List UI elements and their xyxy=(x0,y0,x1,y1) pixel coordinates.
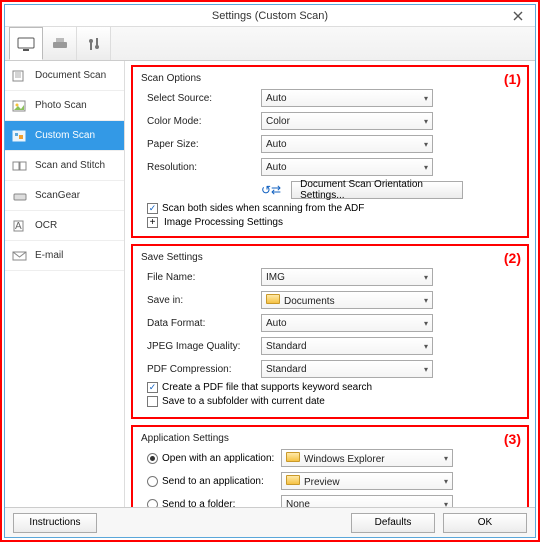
chevron-down-icon: ▾ xyxy=(424,342,428,351)
paper-size-dropdown[interactable]: Auto▾ xyxy=(261,135,433,153)
both-sides-checkbox[interactable]: ✓ xyxy=(147,203,158,214)
sidebar-item-custom-scan[interactable]: Custom Scan xyxy=(5,121,124,151)
subfolder-label: Save to a subfolder with current date xyxy=(162,396,325,407)
stitch-icon xyxy=(11,159,29,173)
open-with-radio[interactable] xyxy=(147,453,158,464)
sidebar-item-label: OCR xyxy=(35,220,57,231)
sidebar-item-label: Document Scan xyxy=(35,70,106,81)
jpeg-quality-dropdown[interactable]: Standard▾ xyxy=(261,337,433,355)
expand-image-processing[interactable]: + xyxy=(147,217,158,228)
both-sides-label: Scan both sides when scanning from the A… xyxy=(162,203,364,214)
reset-icon[interactable]: ↺⇄ xyxy=(261,183,281,197)
sidebar-item-scan-stitch[interactable]: Scan and Stitch xyxy=(5,151,124,181)
save-in-dropdown[interactable]: Documents▾ xyxy=(261,291,433,309)
sidebar-item-ocr[interactable]: A OCR xyxy=(5,211,124,241)
save-in-label: Save in: xyxy=(141,295,261,306)
file-name-label: File Name: xyxy=(141,272,261,283)
send-app-dropdown[interactable]: Preview▾ xyxy=(281,472,453,490)
tab-scan-from-panel[interactable] xyxy=(43,27,77,60)
sidebar-item-scangear[interactable]: ScanGear xyxy=(5,181,124,211)
chevron-down-icon: ▾ xyxy=(424,163,428,172)
pdf-compression-dropdown[interactable]: Standard▾ xyxy=(261,360,433,378)
sidebar-item-label: E-mail xyxy=(35,250,63,261)
footer: Instructions Defaults OK xyxy=(5,507,535,537)
close-icon[interactable] xyxy=(501,5,535,27)
sidebar-item-label: ScanGear xyxy=(35,190,80,201)
titlebar: Settings (Custom Scan) xyxy=(5,5,535,27)
save-settings-title: Save Settings xyxy=(141,252,519,263)
sidebar-item-email[interactable]: E-mail xyxy=(5,241,124,271)
pdf-keyword-checkbox[interactable]: ✓ xyxy=(147,382,158,393)
sidebar-item-label: Custom Scan xyxy=(35,130,95,141)
save-settings-panel: (2) Save Settings File Name: IMG▾ Save i… xyxy=(131,244,529,419)
select-source-label: Select Source: xyxy=(141,93,261,104)
top-tabs xyxy=(5,27,535,61)
sidebar-item-label: Scan and Stitch xyxy=(35,160,105,171)
chevron-down-icon: ▾ xyxy=(444,454,448,463)
application-settings-panel: (3) Application Settings Open with an ap… xyxy=(131,425,529,507)
chevron-down-icon: ▾ xyxy=(424,365,428,374)
pdf-keyword-label: Create a PDF file that supports keyword … xyxy=(162,382,372,393)
resolution-dropdown[interactable]: Auto▾ xyxy=(261,158,433,176)
panel-marker-3: (3) xyxy=(504,431,521,447)
send-app-label: Send to an application: xyxy=(162,476,264,487)
scan-options-title: Scan Options xyxy=(141,73,519,84)
photo-icon xyxy=(11,99,29,113)
panel-marker-2: (2) xyxy=(504,250,521,266)
paper-size-label: Paper Size: xyxy=(141,139,261,150)
instructions-button[interactable]: Instructions xyxy=(13,513,97,533)
chevron-down-icon: ▾ xyxy=(424,296,428,305)
tab-scan-from-computer[interactable] xyxy=(9,27,43,60)
email-icon xyxy=(11,249,29,263)
open-with-dropdown[interactable]: Windows Explorer▾ xyxy=(281,449,453,467)
sidebar: Document Scan Photo Scan Custom Scan Sca… xyxy=(5,61,125,507)
chevron-down-icon: ▾ xyxy=(424,117,428,126)
chevron-down-icon: ▾ xyxy=(424,273,428,282)
sidebar-item-document-scan[interactable]: Document Scan xyxy=(5,61,124,91)
application-settings-title: Application Settings xyxy=(141,433,519,444)
orientation-settings-button[interactable]: Document Scan Orientation Settings... xyxy=(291,181,463,199)
pdf-compression-label: PDF Compression: xyxy=(141,364,261,375)
document-icon xyxy=(11,69,29,83)
file-name-input[interactable]: IMG▾ xyxy=(261,268,433,286)
folder-icon xyxy=(286,452,300,462)
sidebar-item-photo-scan[interactable]: Photo Scan xyxy=(5,91,124,121)
send-folder-radio[interactable] xyxy=(147,499,158,508)
send-folder-dropdown[interactable]: None▾ xyxy=(281,495,453,507)
window-title: Settings (Custom Scan) xyxy=(212,10,328,22)
send-app-radio[interactable] xyxy=(147,476,158,487)
chevron-down-icon: ▾ xyxy=(444,500,448,508)
scan-options-panel: (1) Scan Options Select Source: Auto▾ Co… xyxy=(131,65,529,238)
subfolder-checkbox[interactable] xyxy=(147,396,158,407)
jpeg-quality-label: JPEG Image Quality: xyxy=(141,341,261,352)
chevron-down-icon: ▾ xyxy=(444,477,448,486)
chevron-down-icon: ▾ xyxy=(424,140,428,149)
resolution-label: Resolution: xyxy=(141,162,261,173)
data-format-dropdown[interactable]: Auto▾ xyxy=(261,314,433,332)
svg-text:A: A xyxy=(15,221,22,232)
panel-marker-1: (1) xyxy=(504,71,521,87)
ocr-icon: A xyxy=(11,219,29,233)
image-processing-label: Image Processing Settings xyxy=(164,217,283,228)
tab-general-settings[interactable] xyxy=(77,27,111,60)
folder-icon xyxy=(266,294,280,304)
data-format-label: Data Format: xyxy=(141,318,261,329)
chevron-down-icon: ▾ xyxy=(424,94,428,103)
defaults-button[interactable]: Defaults xyxy=(351,513,435,533)
sidebar-item-label: Photo Scan xyxy=(35,100,87,111)
content-area: (1) Scan Options Select Source: Auto▾ Co… xyxy=(125,61,535,507)
folder-icon xyxy=(286,475,300,485)
custom-icon xyxy=(11,129,29,143)
ok-button[interactable]: OK xyxy=(443,513,527,533)
scangear-icon xyxy=(11,189,29,203)
color-mode-label: Color Mode: xyxy=(141,116,261,127)
open-with-label: Open with an application: xyxy=(162,453,274,464)
chevron-down-icon: ▾ xyxy=(424,319,428,328)
select-source-dropdown[interactable]: Auto▾ xyxy=(261,89,433,107)
color-mode-dropdown[interactable]: Color▾ xyxy=(261,112,433,130)
send-folder-label: Send to a folder: xyxy=(162,499,235,508)
